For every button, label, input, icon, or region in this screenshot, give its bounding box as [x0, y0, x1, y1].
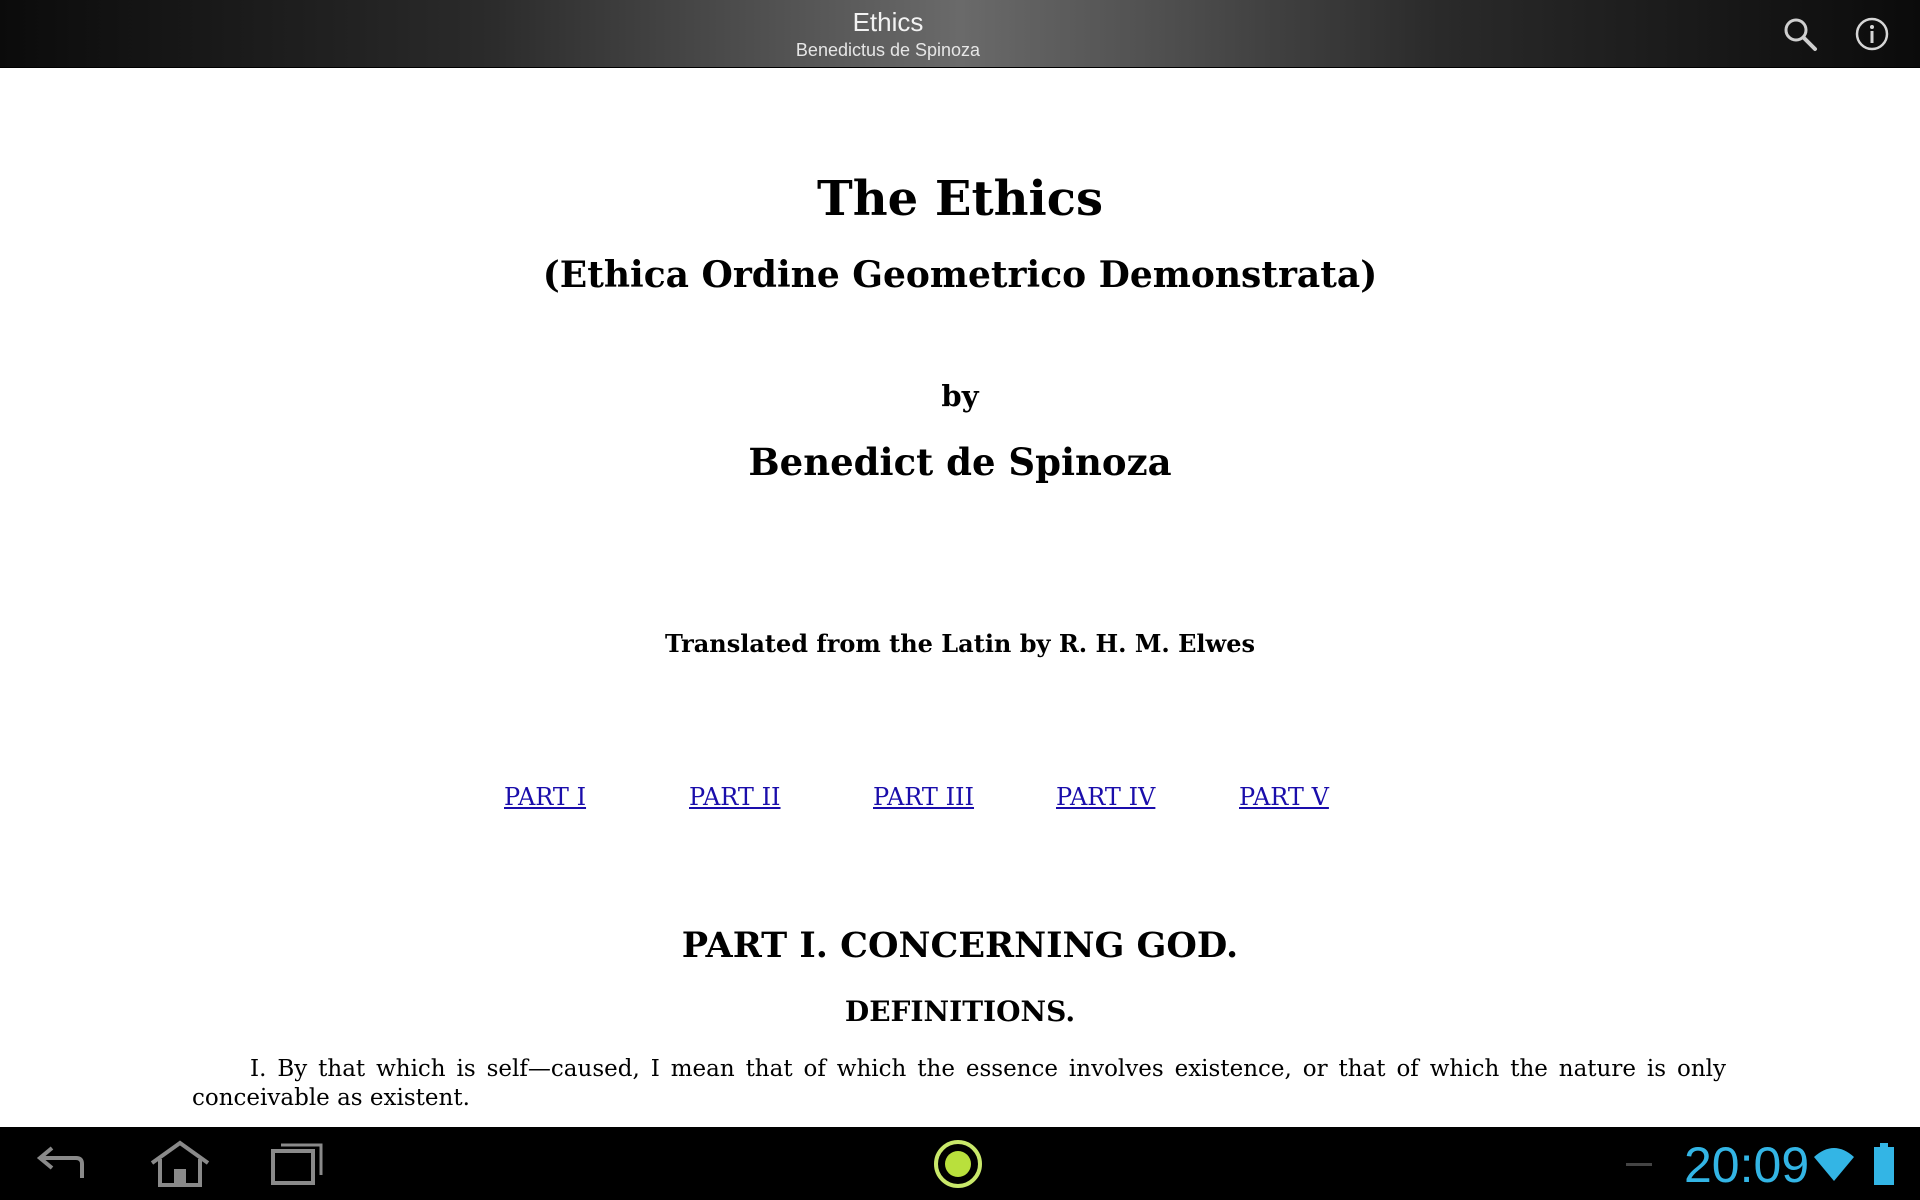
app-subtitle: Benedictus de Spinoza: [795, 40, 981, 60]
action-bar: Ethics Benedictus de Spinoza: [0, 0, 1920, 68]
recents-icon: [271, 1143, 323, 1185]
action-bar-titles: Ethics Benedictus de Spinoza: [0, 0, 1776, 68]
home-icon: [150, 1140, 210, 1187]
back-button[interactable]: [28, 1135, 92, 1193]
part-link-4[interactable]: PART IV: [1056, 781, 1155, 813]
part-heading: PART I. CONCERNING GOD.: [681, 925, 1239, 966]
part-link-3[interactable]: PART III: [873, 781, 974, 813]
info-button[interactable]: [1852, 14, 1892, 54]
book-author: Benedict de Spinoza: [748, 440, 1172, 484]
definition-paragraph: I. By that which is self—caused, I mean …: [192, 1056, 1726, 1111]
reader-button[interactable]: [928, 1135, 988, 1193]
part-link-1[interactable]: PART I: [504, 781, 586, 813]
info-icon: [1855, 17, 1889, 51]
part-link-5[interactable]: PART V: [1239, 781, 1329, 813]
search-button[interactable]: [1780, 14, 1820, 54]
status-clock: 20:09: [1684, 1137, 1810, 1193]
parts-nav: PART I PART II PART III PART IV PART V: [0, 781, 1920, 817]
translator-credit: Translated from the Latin by R. H. M. El…: [664, 629, 1255, 658]
reader-content[interactable]: The Ethics (Ethica Ordine Geometrico Dem…: [0, 69, 1920, 1127]
by-line: by: [941, 379, 979, 413]
part-link-2[interactable]: PART II: [689, 781, 781, 813]
status-dash: [1626, 1163, 1652, 1166]
recents-button[interactable]: [264, 1135, 330, 1193]
book-title: The Ethics: [816, 171, 1103, 227]
reader-icon: [934, 1140, 982, 1188]
home-button[interactable]: [146, 1135, 214, 1193]
back-icon: [36, 1146, 84, 1178]
wifi-icon: [1812, 1145, 1856, 1189]
app-title: Ethics: [852, 7, 924, 37]
system-nav-bar: 20:09: [0, 1127, 1920, 1200]
book-subtitle: (Ethica Ordine Geometrico Demonstrata): [542, 254, 1378, 296]
search-icon: [1784, 18, 1817, 51]
battery-icon: [1872, 1143, 1896, 1189]
section-heading: DEFINITIONS.: [844, 995, 1076, 1028]
